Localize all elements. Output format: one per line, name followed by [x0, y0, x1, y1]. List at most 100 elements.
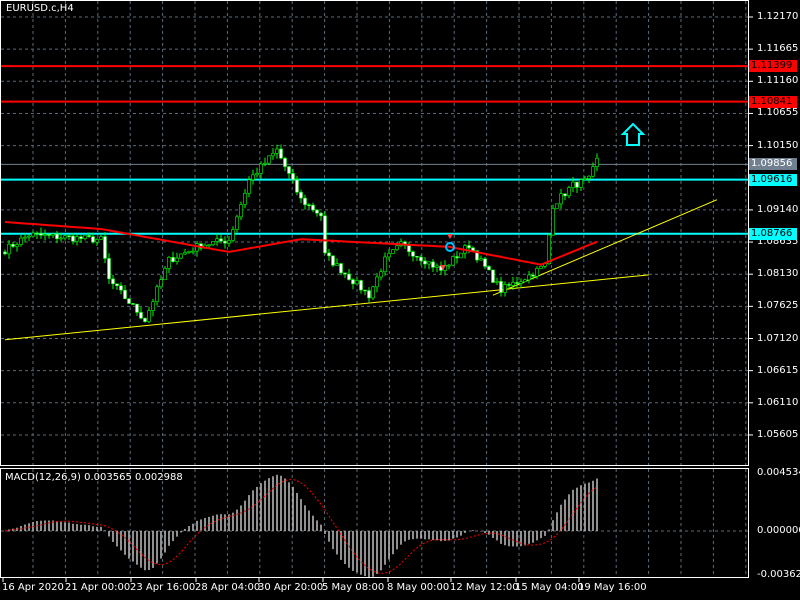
candle	[415, 255, 419, 258]
candle	[179, 253, 183, 259]
candle	[119, 285, 123, 291]
candle	[511, 282, 515, 286]
price-tag: 1.09616	[749, 173, 797, 186]
trendline	[4, 274, 650, 341]
time-axis-label: 12 May 12:00	[450, 582, 519, 593]
price-axis-label: 1.10150	[757, 139, 799, 151]
candle	[315, 209, 319, 214]
candle	[91, 236, 95, 243]
candle	[379, 271, 383, 278]
horizontal-levels	[1, 65, 748, 235]
candle	[279, 148, 283, 159]
candle	[367, 290, 371, 299]
candle	[207, 244, 211, 246]
candle	[135, 303, 139, 313]
price-axis-label: 1.07120	[757, 332, 799, 344]
candle	[163, 268, 167, 281]
candle	[339, 263, 343, 274]
candle	[351, 279, 355, 285]
candle	[71, 235, 75, 242]
candle	[171, 257, 175, 262]
time-axis-label: 30 Apr 20:00	[258, 582, 324, 593]
candle	[95, 239, 99, 243]
candle	[75, 236, 79, 242]
up-arrow-icon	[620, 122, 646, 146]
candle	[499, 281, 503, 293]
symbol-title: EURUSD.c,H4	[6, 3, 74, 14]
candle	[347, 273, 351, 280]
candle	[23, 236, 27, 239]
candle	[35, 232, 39, 235]
candle	[139, 312, 143, 319]
price-axis-label: 1.08130	[757, 268, 799, 280]
candle	[175, 257, 179, 262]
time-axis-label: 23 Apr 16:00	[130, 582, 196, 593]
candle	[223, 240, 227, 244]
candle	[295, 179, 299, 193]
candle	[435, 265, 439, 268]
candle	[47, 234, 51, 236]
macd-axis-label: 0.000000	[757, 525, 800, 536]
candle	[87, 235, 91, 237]
chart-canvas[interactable]	[0, 0, 800, 600]
candle	[107, 258, 111, 280]
candle	[291, 173, 295, 181]
candle	[507, 284, 511, 286]
candle	[3, 251, 7, 255]
candle	[535, 268, 539, 277]
candle	[247, 179, 251, 194]
candle	[583, 178, 587, 180]
candle	[275, 148, 279, 154]
moving-average-line	[4, 221, 598, 266]
candle	[431, 261, 435, 268]
time-axis-label: 5 May 08:00	[322, 582, 385, 593]
macd-axis-label: -0.003629	[757, 569, 800, 580]
candle	[27, 235, 31, 238]
candle	[63, 235, 67, 239]
price-tag: 1.08766	[749, 227, 797, 240]
time-axis-label: 15 May 04:00	[515, 582, 584, 593]
candle	[11, 243, 15, 247]
time-axis-label: 8 May 00:00	[387, 582, 450, 593]
candle	[423, 260, 427, 265]
candle	[355, 280, 359, 285]
price-axis-label: 1.05605	[757, 428, 799, 440]
candle	[43, 234, 47, 236]
candle	[251, 174, 255, 181]
candle	[547, 234, 551, 264]
candle	[343, 272, 347, 275]
candle	[55, 233, 59, 239]
candle	[123, 289, 127, 300]
candle	[191, 250, 195, 253]
candle	[527, 274, 531, 281]
candle	[167, 257, 171, 269]
candle	[67, 235, 71, 237]
candle	[303, 197, 307, 205]
price-axis-label: 1.11665	[757, 43, 799, 55]
time-axis-label: 21 Apr 00:00	[65, 582, 131, 593]
candle	[471, 247, 475, 251]
candle	[515, 282, 519, 284]
price-axis-label: 1.07625	[757, 300, 799, 312]
candle	[559, 193, 563, 205]
time-axis-label: 19 May 16:00	[578, 582, 647, 593]
candle	[219, 238, 223, 242]
candle	[407, 245, 411, 253]
trendlines	[4, 199, 718, 341]
candle	[375, 276, 379, 288]
candle	[335, 263, 339, 266]
candle	[211, 241, 215, 245]
candle	[239, 204, 243, 218]
candle	[555, 203, 559, 209]
candle	[319, 212, 323, 217]
candle	[155, 286, 159, 302]
candle	[83, 235, 87, 239]
candle	[255, 173, 259, 176]
candle	[187, 250, 191, 253]
price-axis-label: 1.12170	[757, 11, 799, 22]
candle	[39, 233, 43, 236]
candle	[391, 249, 395, 254]
candle	[483, 258, 487, 267]
candle	[571, 181, 575, 188]
macd-axis-label: 0.004534	[757, 467, 800, 478]
